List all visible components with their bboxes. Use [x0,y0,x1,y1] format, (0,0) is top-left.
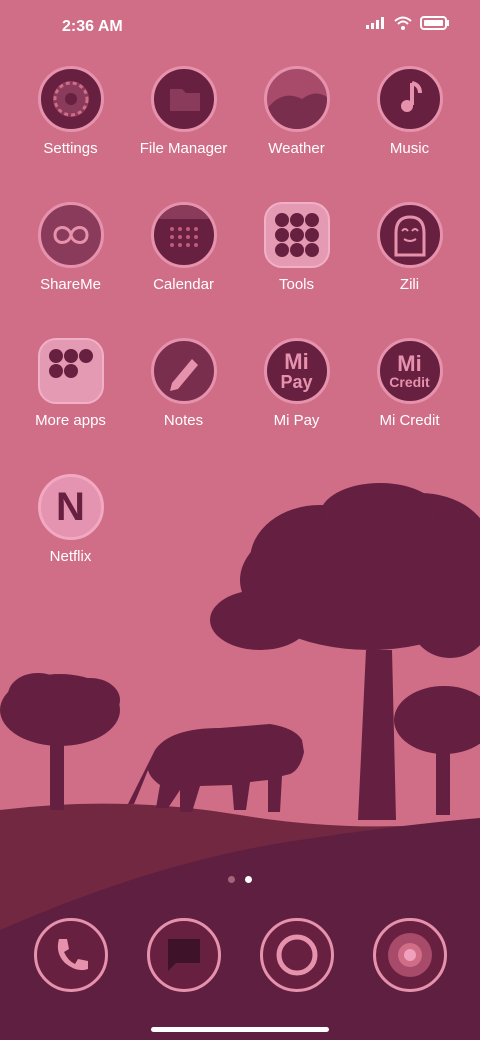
app-label: File Manager [139,140,228,157]
app-file-manager[interactable]: File Manager [127,66,240,178]
calendar-icon [150,202,217,268]
app-label: ShareMe [40,276,101,293]
message-icon [146,918,221,992]
camera-icon [372,918,447,992]
status-icons [366,16,450,30]
pencil-icon [150,338,217,404]
app-music[interactable]: Music [353,66,466,178]
app-zili[interactable]: Zili [353,202,466,314]
mi-pay-icon: Mi Pay [263,338,330,404]
app-shareme[interactable]: ShareMe [14,202,127,314]
page-dot[interactable] [228,876,235,883]
folder-grid-icon [263,202,330,268]
dock-browser[interactable] [240,918,353,998]
infinity-icon [37,202,104,268]
app-tools[interactable]: Tools [240,202,353,314]
page-indicator [0,876,480,883]
mi-credit-logo-line-1: Mi [397,351,422,376]
mi-pay-logo-line-2: Pay [280,372,313,392]
phone-icon [33,918,108,992]
mi-pay-logo-line-1: Mi [284,349,309,374]
app-netflix[interactable]: N Netflix [14,474,127,586]
netflix-logo-letter: N [56,484,85,529]
cloud-icon [263,66,330,132]
dock-messages[interactable] [127,918,240,998]
browser-icon [259,918,334,992]
app-label: Mi Pay [273,412,320,429]
dock [14,918,466,998]
app-label: More apps [35,412,106,429]
folder-grid-icon [37,338,104,404]
app-label: Settings [43,140,98,157]
app-label: Calendar [153,276,214,293]
status-time: 2:36 AM [62,18,123,35]
signal-icon [366,17,384,29]
app-mi-credit[interactable]: Mi Credit Mi Credit [353,338,466,450]
battery-icon [420,16,449,30]
mi-credit-icon: Mi Credit [376,338,443,404]
app-notes[interactable]: Notes [127,338,240,450]
folder-icon [150,66,217,132]
app-label: Tools [278,276,315,293]
app-more-apps[interactable]: More apps [14,338,127,450]
mi-credit-logo-line-2: Credit [389,374,430,390]
app-settings[interactable]: Settings [14,66,127,178]
app-label: Weather [268,140,325,157]
page-dot-active[interactable] [245,876,252,883]
app-mi-pay[interactable]: Mi Pay Mi Pay [240,338,353,450]
status-bar: 2:36 AM [0,0,480,56]
music-note-icon [376,66,443,132]
app-label: Netflix [49,548,92,565]
dock-phone[interactable] [14,918,127,998]
app-label: Zili [399,276,420,293]
ghost-icon [376,202,443,268]
home-indicator[interactable] [151,1027,329,1032]
app-label: Music [389,140,430,157]
wifi-icon [394,16,412,30]
app-calendar[interactable]: Calendar [127,202,240,314]
gear-icon [37,66,104,132]
dock-camera[interactable] [353,918,466,998]
netflix-icon: N [37,474,104,540]
app-label: Notes [163,412,204,429]
app-label: Mi Credit [379,412,440,429]
app-weather[interactable]: Weather [240,66,353,178]
